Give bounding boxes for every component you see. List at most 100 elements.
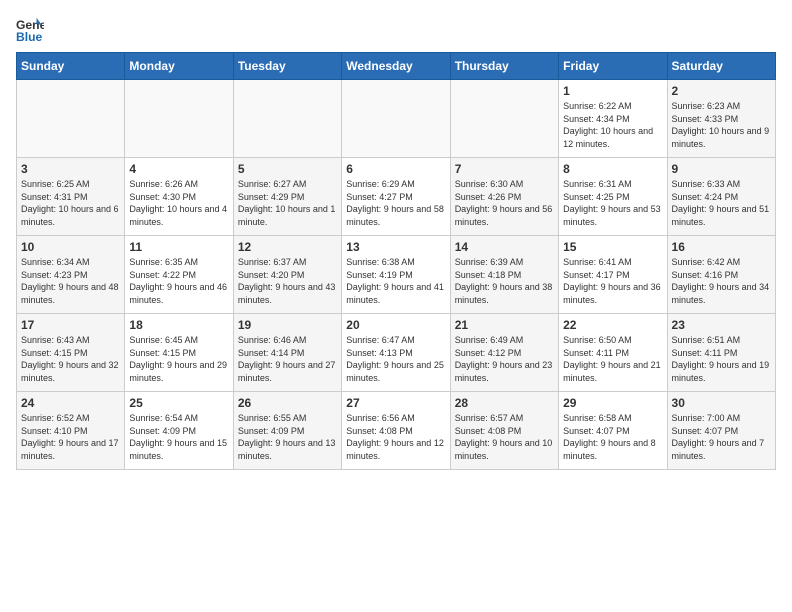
day-info: Sunrise: 6:31 AM Sunset: 4:25 PM Dayligh… bbox=[563, 178, 662, 228]
day-number: 10 bbox=[21, 240, 120, 254]
day-info: Sunrise: 6:54 AM Sunset: 4:09 PM Dayligh… bbox=[129, 412, 228, 462]
calendar-cell: 19 Sunrise: 6:46 AM Sunset: 4:14 PM Dayli… bbox=[233, 314, 341, 392]
day-number: 24 bbox=[21, 396, 120, 410]
day-info: Sunrise: 6:35 AM Sunset: 4:22 PM Dayligh… bbox=[129, 256, 228, 306]
week-row-2: 3 Sunrise: 6:25 AM Sunset: 4:31 PM Daylig… bbox=[17, 158, 776, 236]
day-info: Sunrise: 6:50 AM Sunset: 4:11 PM Dayligh… bbox=[563, 334, 662, 384]
calendar-cell: 14 Sunrise: 6:39 AM Sunset: 4:18 PM Dayli… bbox=[450, 236, 558, 314]
day-number: 4 bbox=[129, 162, 228, 176]
day-info: Sunrise: 6:25 AM Sunset: 4:31 PM Dayligh… bbox=[21, 178, 120, 228]
week-row-4: 17Sunrise: 6:43 AM Sunset: 4:15 PM Dayli… bbox=[17, 314, 776, 392]
day-info: Sunrise: 6:45 AM Sunset: 4:15 PM Dayligh… bbox=[129, 334, 228, 384]
calendar-cell: 17Sunrise: 6:43 AM Sunset: 4:15 PM Dayli… bbox=[17, 314, 125, 392]
day-number: 13 bbox=[346, 240, 445, 254]
calendar-cell bbox=[450, 80, 558, 158]
day-info: Sunrise: 6:51 AM Sunset: 4:11 PM Dayligh… bbox=[672, 334, 771, 384]
day-number: 2 bbox=[672, 84, 771, 98]
calendar-cell: 10 Sunrise: 6:34 AM Sunset: 4:23 PM Dayli… bbox=[17, 236, 125, 314]
day-info: Sunrise: 6:47 AM Sunset: 4:13 PM Dayligh… bbox=[346, 334, 445, 384]
weekday-header-friday: Friday bbox=[559, 53, 667, 80]
day-number: 7 bbox=[455, 162, 554, 176]
svg-text:Blue: Blue bbox=[16, 30, 43, 44]
logo-icon: General Blue bbox=[16, 16, 44, 44]
day-info: Sunrise: 6:37 AM Sunset: 4:20 PM Dayligh… bbox=[238, 256, 337, 306]
calendar-cell: 24 Sunrise: 6:52 AM Sunset: 4:10 PM Dayli… bbox=[17, 392, 125, 470]
day-info: Sunrise: 6:29 AM Sunset: 4:27 PM Dayligh… bbox=[346, 178, 445, 228]
week-row-1: 1Sunrise: 6:22 AM Sunset: 4:34 PM Daylig… bbox=[17, 80, 776, 158]
day-number: 12 bbox=[238, 240, 337, 254]
day-info: Sunrise: 6:38 AM Sunset: 4:19 PM Dayligh… bbox=[346, 256, 445, 306]
day-number: 30 bbox=[672, 396, 771, 410]
day-number: 3 bbox=[21, 162, 120, 176]
calendar-cell: 6 Sunrise: 6:29 AM Sunset: 4:27 PM Daylig… bbox=[342, 158, 450, 236]
calendar-cell: 23 Sunrise: 6:51 AM Sunset: 4:11 PM Dayli… bbox=[667, 314, 775, 392]
calendar-cell bbox=[233, 80, 341, 158]
day-info: Sunrise: 6:27 AM Sunset: 4:29 PM Dayligh… bbox=[238, 178, 337, 228]
calendar-cell: 28Sunrise: 6:57 AM Sunset: 4:08 PM Dayli… bbox=[450, 392, 558, 470]
day-number: 1 bbox=[563, 84, 662, 98]
calendar-cell: 30 Sunrise: 7:00 AM Sunset: 4:07 PM Dayli… bbox=[667, 392, 775, 470]
day-number: 6 bbox=[346, 162, 445, 176]
calendar-cell: 2Sunrise: 6:23 AM Sunset: 4:33 PM Daylig… bbox=[667, 80, 775, 158]
day-info: Sunrise: 6:43 AM Sunset: 4:15 PM Dayligh… bbox=[21, 334, 120, 384]
week-row-5: 24 Sunrise: 6:52 AM Sunset: 4:10 PM Dayli… bbox=[17, 392, 776, 470]
day-number: 5 bbox=[238, 162, 337, 176]
day-number: 27 bbox=[346, 396, 445, 410]
calendar-cell: 3 Sunrise: 6:25 AM Sunset: 4:31 PM Daylig… bbox=[17, 158, 125, 236]
weekday-header-tuesday: Tuesday bbox=[233, 53, 341, 80]
calendar-cell bbox=[125, 80, 233, 158]
weekday-header-saturday: Saturday bbox=[667, 53, 775, 80]
calendar-cell: 11Sunrise: 6:35 AM Sunset: 4:22 PM Dayli… bbox=[125, 236, 233, 314]
day-info: Sunrise: 6:41 AM Sunset: 4:17 PM Dayligh… bbox=[563, 256, 662, 306]
day-info: Sunrise: 7:00 AM Sunset: 4:07 PM Dayligh… bbox=[672, 412, 771, 462]
day-info: Sunrise: 6:26 AM Sunset: 4:30 PM Dayligh… bbox=[129, 178, 228, 228]
calendar-cell: 16 Sunrise: 6:42 AM Sunset: 4:16 PM Dayli… bbox=[667, 236, 775, 314]
calendar-cell bbox=[17, 80, 125, 158]
day-info: Sunrise: 6:34 AM Sunset: 4:23 PM Dayligh… bbox=[21, 256, 120, 306]
day-number: 20 bbox=[346, 318, 445, 332]
logo: General Blue bbox=[16, 16, 50, 44]
day-number: 16 bbox=[672, 240, 771, 254]
calendar-cell: 29 Sunrise: 6:58 AM Sunset: 4:07 PM Dayli… bbox=[559, 392, 667, 470]
calendar-table: SundayMondayTuesdayWednesdayThursdayFrid… bbox=[16, 52, 776, 470]
day-info: Sunrise: 6:33 AM Sunset: 4:24 PM Dayligh… bbox=[672, 178, 771, 228]
weekday-header-sunday: Sunday bbox=[17, 53, 125, 80]
day-number: 9 bbox=[672, 162, 771, 176]
calendar-cell: 15 Sunrise: 6:41 AM Sunset: 4:17 PM Dayli… bbox=[559, 236, 667, 314]
day-info: Sunrise: 6:30 AM Sunset: 4:26 PM Dayligh… bbox=[455, 178, 554, 228]
calendar-cell: 27Sunrise: 6:56 AM Sunset: 4:08 PM Dayli… bbox=[342, 392, 450, 470]
day-info: Sunrise: 6:42 AM Sunset: 4:16 PM Dayligh… bbox=[672, 256, 771, 306]
day-info: Sunrise: 6:58 AM Sunset: 4:07 PM Dayligh… bbox=[563, 412, 662, 462]
calendar-cell: 9 Sunrise: 6:33 AM Sunset: 4:24 PM Daylig… bbox=[667, 158, 775, 236]
day-info: Sunrise: 6:49 AM Sunset: 4:12 PM Dayligh… bbox=[455, 334, 554, 384]
day-info: Sunrise: 6:46 AM Sunset: 4:14 PM Dayligh… bbox=[238, 334, 337, 384]
calendar-cell: 26 Sunrise: 6:55 AM Sunset: 4:09 PM Dayli… bbox=[233, 392, 341, 470]
calendar-cell: 13 Sunrise: 6:38 AM Sunset: 4:19 PM Dayli… bbox=[342, 236, 450, 314]
calendar-cell: 18 Sunrise: 6:45 AM Sunset: 4:15 PM Dayli… bbox=[125, 314, 233, 392]
day-number: 26 bbox=[238, 396, 337, 410]
calendar-cell: 21 Sunrise: 6:49 AM Sunset: 4:12 PM Dayli… bbox=[450, 314, 558, 392]
day-number: 18 bbox=[129, 318, 228, 332]
day-number: 29 bbox=[563, 396, 662, 410]
calendar-cell bbox=[342, 80, 450, 158]
weekday-header-wednesday: Wednesday bbox=[342, 53, 450, 80]
day-info: Sunrise: 6:52 AM Sunset: 4:10 PM Dayligh… bbox=[21, 412, 120, 462]
day-number: 25 bbox=[129, 396, 228, 410]
calendar-cell: 22 Sunrise: 6:50 AM Sunset: 4:11 PM Dayli… bbox=[559, 314, 667, 392]
calendar-cell: 1Sunrise: 6:22 AM Sunset: 4:34 PM Daylig… bbox=[559, 80, 667, 158]
weekday-header-row: SundayMondayTuesdayWednesdayThursdayFrid… bbox=[17, 53, 776, 80]
day-info: Sunrise: 6:39 AM Sunset: 4:18 PM Dayligh… bbox=[455, 256, 554, 306]
day-number: 23 bbox=[672, 318, 771, 332]
day-number: 14 bbox=[455, 240, 554, 254]
day-number: 21 bbox=[455, 318, 554, 332]
weekday-header-thursday: Thursday bbox=[450, 53, 558, 80]
calendar-cell: 12 Sunrise: 6:37 AM Sunset: 4:20 PM Dayli… bbox=[233, 236, 341, 314]
calendar-cell: 5 Sunrise: 6:27 AM Sunset: 4:29 PM Daylig… bbox=[233, 158, 341, 236]
day-info: Sunrise: 6:55 AM Sunset: 4:09 PM Dayligh… bbox=[238, 412, 337, 462]
day-number: 28 bbox=[455, 396, 554, 410]
day-number: 22 bbox=[563, 318, 662, 332]
day-number: 19 bbox=[238, 318, 337, 332]
calendar-cell: 7 Sunrise: 6:30 AM Sunset: 4:26 PM Daylig… bbox=[450, 158, 558, 236]
day-number: 15 bbox=[563, 240, 662, 254]
calendar-cell: 20 Sunrise: 6:47 AM Sunset: 4:13 PM Dayli… bbox=[342, 314, 450, 392]
